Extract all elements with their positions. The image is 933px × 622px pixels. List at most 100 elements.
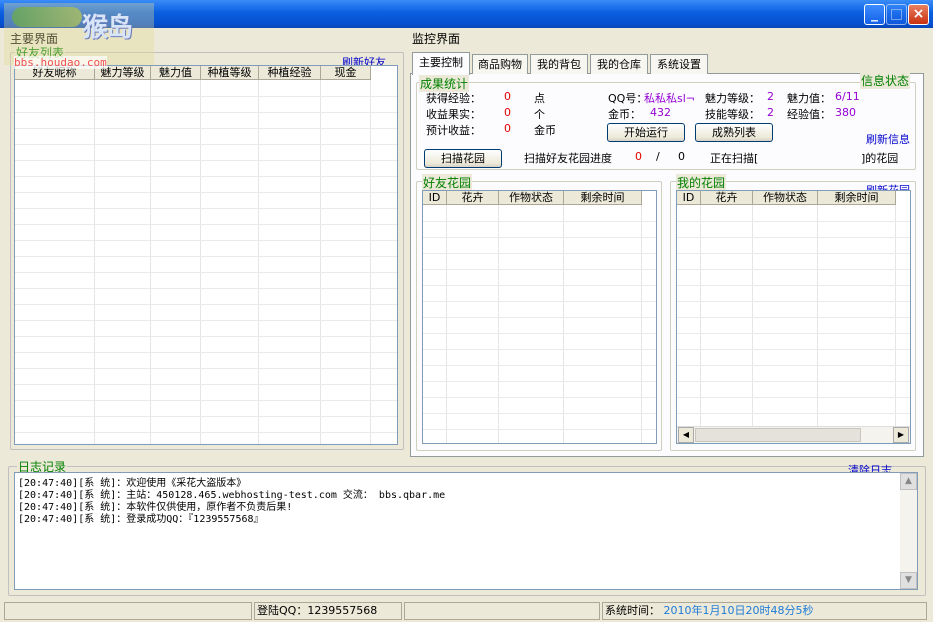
grid-row-line — [15, 128, 397, 129]
status-time-label: 系统时间： — [605, 604, 660, 617]
col-header[interactable]: 作物状态 — [499, 191, 564, 205]
scroll-right-icon[interactable]: ▶ — [893, 427, 909, 443]
qq-label: QQ号： — [608, 92, 648, 105]
col-header[interactable]: ID — [677, 191, 701, 205]
grid-line — [563, 205, 564, 443]
col-header[interactable]: 种植经验 — [259, 66, 321, 80]
grid-line — [446, 205, 447, 443]
refresh-info-link[interactable]: 刷新信息 — [866, 131, 910, 147]
grid-row-line — [15, 272, 397, 273]
grid-line — [94, 80, 95, 444]
grid-row-line — [15, 416, 397, 417]
grid-row-line — [677, 301, 910, 302]
col-header[interactable]: 种植等级 — [201, 66, 259, 80]
log-line: [20:47:40][系 统]：登录成功QQ：『1239557568』 — [18, 514, 264, 525]
status-time-value: 2010年1月10日20时48分5秒 — [663, 604, 814, 617]
grid-row-line — [423, 317, 656, 318]
grid-row-line — [15, 400, 397, 401]
grid-row-line — [15, 96, 397, 97]
tab-warehouse[interactable]: 我的仓库 — [590, 54, 648, 74]
grid-row-line — [677, 397, 910, 398]
grid-row-line — [677, 349, 910, 350]
status-cell-empty — [4, 602, 252, 620]
exp-gained-value: 0 — [504, 90, 511, 103]
scroll-thumb[interactable] — [695, 428, 861, 442]
col-header[interactable]: ID — [423, 191, 447, 205]
grid-row-line — [677, 253, 910, 254]
expected-income-value: 0 — [504, 122, 511, 135]
col-header[interactable]: 现金 — [321, 66, 371, 80]
close-icon: × — [912, 6, 925, 22]
start-button[interactable]: 开始运行 — [607, 123, 685, 142]
grid-row-line — [423, 285, 656, 286]
grid-line — [641, 205, 642, 443]
status-time: 系统时间： 2010年1月10日20时48分5秒 — [602, 602, 927, 620]
exp-label: 经验值： — [787, 108, 831, 121]
grid-line — [258, 80, 259, 444]
close-button[interactable]: × — [908, 4, 929, 25]
grid-row-line — [15, 320, 397, 321]
log-vertical-scrollbar[interactable]: ▲ ▼ — [900, 473, 917, 589]
friend-list-table[interactable]: 好友昵称 魅力等级 魅力值 种植等级 种植经验 现金 — [14, 65, 398, 445]
status-login: 登陆QQ：1239557568 — [254, 602, 402, 620]
grid-row-line — [677, 413, 910, 414]
grid-line — [895, 205, 896, 443]
grid-row-line — [15, 352, 397, 353]
scroll-down-icon[interactable]: ▼ — [900, 572, 917, 589]
scan-progress-label: 扫描好友花园进度 — [524, 152, 612, 165]
info-group-title: 信息状态 — [860, 72, 911, 89]
tab-backpack[interactable]: 我的背包 — [530, 54, 588, 74]
grid-row-line — [15, 336, 397, 337]
fruit-gained-value: 0 — [504, 106, 511, 119]
col-header[interactable]: 魅力值 — [151, 66, 201, 80]
scan-garden-button[interactable]: 扫描花园 — [424, 149, 502, 168]
friend-garden-title: 好友花园 — [422, 174, 473, 191]
grid-row-line — [677, 317, 910, 318]
grid-row-line — [15, 304, 397, 305]
grid-row-line — [15, 384, 397, 385]
scanning-label: 正在扫描[ — [710, 152, 759, 165]
col-header[interactable]: 剩余时间 — [818, 191, 896, 205]
col-header[interactable]: 花卉 — [701, 191, 753, 205]
grid-row-line — [423, 381, 656, 382]
col-header[interactable]: 花卉 — [447, 191, 499, 205]
charm-level-value: 2 — [767, 90, 774, 103]
horizontal-scrollbar[interactable]: ◀ ▶ — [677, 426, 910, 443]
exp-gained-unit: 点 — [534, 92, 545, 105]
mature-list-button[interactable]: 成熟列表 — [695, 123, 773, 142]
grid-row-line — [15, 160, 397, 161]
my-garden-table[interactable]: ID 花卉 作物状态 剩余时间 ◀ ▶ — [676, 190, 911, 444]
scan-progress-sep: / — [656, 150, 660, 163]
grid-row-line — [15, 144, 397, 145]
col-header[interactable]: 剩余时间 — [564, 191, 642, 205]
tab-shop[interactable]: 商品购物 — [472, 54, 528, 74]
gold-label: 金币： — [608, 108, 641, 121]
fruit-gained-label: 收益果实： — [426, 108, 481, 121]
grid-row-line — [423, 301, 656, 302]
minimize-button[interactable]: _ — [864, 4, 885, 25]
exp-value: 380 — [835, 106, 856, 119]
friend-garden-table[interactable]: ID 花卉 作物状态 剩余时间 — [422, 190, 657, 444]
grid-row-line — [15, 176, 397, 177]
grid-row-line — [423, 349, 656, 350]
skill-level-label: 技能等级： — [705, 108, 760, 121]
scroll-left-icon[interactable]: ◀ — [678, 427, 694, 443]
col-header[interactable]: 作物状态 — [753, 191, 818, 205]
fruit-gained-unit: 个 — [534, 108, 545, 121]
skill-level-value: 2 — [767, 106, 774, 119]
charm-label: 魅力值： — [787, 92, 831, 105]
scroll-up-icon[interactable]: ▲ — [900, 473, 917, 490]
watermark-text: 猴岛 — [82, 13, 133, 43]
tab-settings[interactable]: 系统设置 — [650, 54, 708, 74]
scanning-suffix: ]的花园 — [861, 152, 899, 165]
my-garden-header: ID 花卉 作物状态 剩余时间 — [677, 191, 896, 205]
grid-row-line — [423, 237, 656, 238]
grid-row-line — [15, 288, 397, 289]
maximize-button[interactable]: □ — [886, 4, 907, 25]
log-textbox[interactable]: [20:47:40][系 统]：欢迎使用《采花大盗版本》 [20:47:40][… — [14, 472, 918, 590]
tab-main-control[interactable]: 主要控制 — [412, 52, 470, 75]
grid-row-line — [15, 112, 397, 113]
watermark-logo — [12, 7, 82, 27]
grid-line — [320, 80, 321, 444]
expected-income-unit: 金币 — [534, 124, 556, 137]
